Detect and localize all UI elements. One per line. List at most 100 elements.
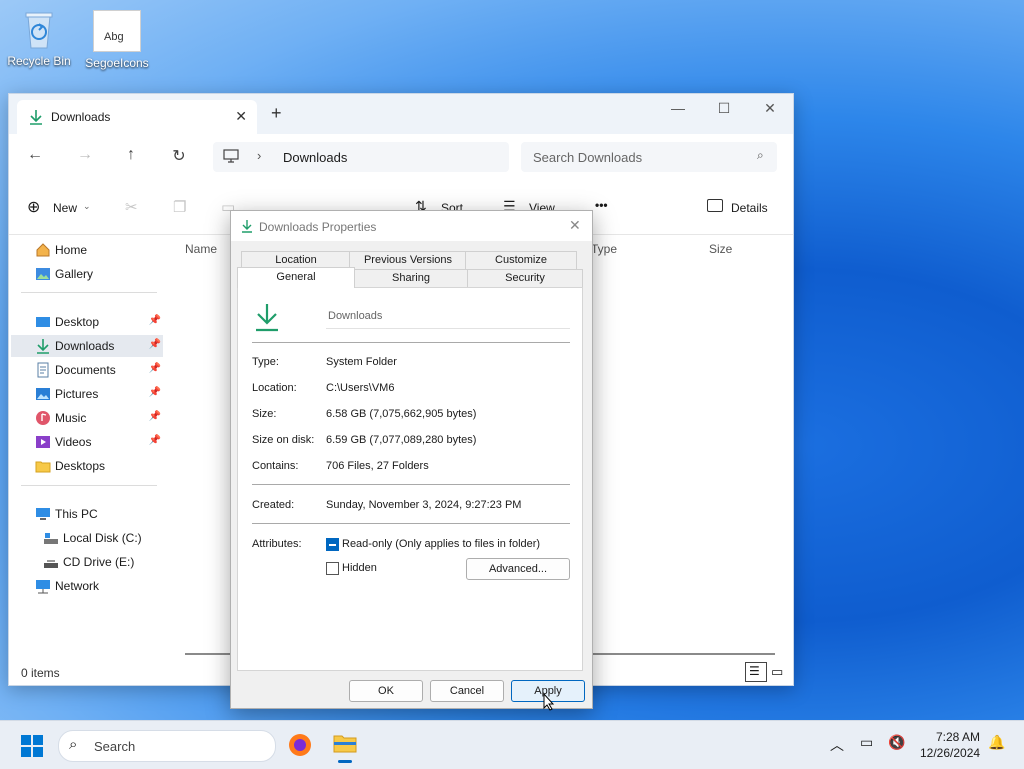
sidebar-item-gallery[interactable]: Gallery — [11, 263, 163, 285]
navigation-pane: Home Gallery Desktop 📌 Downloads 📌 Docum… — [9, 235, 169, 660]
sidebar-item-documents[interactable]: Documents 📌 — [11, 359, 163, 381]
pin-icon[interactable]: 📌 — [149, 387, 161, 398]
cancel-button[interactable]: Cancel — [430, 680, 504, 702]
details-pane-icon — [707, 199, 723, 212]
active-indicator — [338, 760, 352, 763]
documents-icon — [35, 362, 51, 378]
details-label: Details — [731, 201, 768, 215]
advanced-button[interactable]: Advanced... — [466, 558, 570, 580]
tab-close-icon[interactable]: ✕ — [235, 108, 247, 125]
mouse-cursor-icon — [543, 692, 555, 714]
download-icon — [241, 219, 253, 236]
computer-icon — [35, 506, 51, 522]
tab-customize[interactable]: Customize — [465, 251, 577, 269]
tiles-view-icon[interactable]: ▭ — [771, 664, 783, 680]
new-tab-button[interactable]: + — [271, 103, 282, 124]
tab-downloads[interactable]: Downloads ✕ — [17, 100, 257, 134]
cut-icon[interactable]: ✂ — [125, 198, 138, 216]
attributes-label: Attributes: — [252, 538, 302, 550]
desktop-icon-recycle-bin[interactable]: Recycle Bin — [4, 10, 74, 68]
checkbox-indeterminate-icon — [326, 538, 339, 551]
size-label: Size: — [252, 408, 277, 420]
more-options-icon[interactable]: ••• — [595, 198, 608, 212]
videos-icon — [35, 434, 51, 450]
size-on-disk-value: 6.59 GB (7,077,089,280 bytes) — [326, 434, 477, 446]
maximize-button[interactable]: ☐ — [711, 100, 737, 122]
readonly-label: Read-only (Only applies to files in fold… — [342, 538, 541, 550]
sidebar-item-local-disk[interactable]: Local Disk (C:) — [11, 527, 163, 549]
up-button[interactable]: ↑ — [119, 146, 143, 164]
refresh-button[interactable]: ↻ — [167, 146, 191, 166]
sidebar-item-label: Videos — [55, 435, 92, 449]
sidebar-item-cd-drive[interactable]: CD Drive (E:) — [11, 551, 163, 573]
folder-name-text: Downloads — [328, 310, 383, 322]
contains-value: 706 Files, 27 Folders — [326, 460, 429, 472]
tab-security[interactable]: Security — [467, 269, 583, 287]
sidebar-item-desktops[interactable]: Desktops — [11, 455, 163, 477]
volume-muted-icon[interactable]: 🔇 — [888, 734, 905, 751]
details-view-toggle[interactable]: ☰ — [745, 662, 767, 682]
search-placeholder: Search Downloads — [533, 150, 643, 165]
sidebar-item-label: Downloads — [55, 339, 115, 353]
chevron-up-icon[interactable]: ︿ — [830, 735, 844, 755]
search-box[interactable]: Search Downloads ⌕ — [521, 142, 777, 172]
tab-general[interactable]: General — [237, 267, 355, 288]
sidebar-item-pictures[interactable]: Pictures 📌 — [11, 383, 163, 405]
minimize-button[interactable]: — — [665, 100, 691, 122]
address-bar[interactable]: › Downloads — [213, 142, 509, 172]
back-button[interactable]: ← — [23, 146, 47, 164]
created-label: Created: — [252, 499, 295, 511]
taskbar-search[interactable]: ⌕ Search — [58, 730, 276, 762]
pin-icon[interactable]: 📌 — [149, 315, 161, 326]
sidebar-item-videos[interactable]: Videos 📌 — [11, 431, 163, 453]
clock-date[interactable]: 12/26/2024 — [920, 746, 980, 760]
created-value: Sunday, November 3, 2024, 9:27:23 PM — [326, 499, 522, 511]
sidebar-item-desktop[interactable]: Desktop 📌 — [11, 311, 163, 333]
dialog-title-bar: Downloads Properties ✕ — [231, 211, 592, 241]
divider — [21, 485, 157, 486]
column-header-type[interactable]: Type — [591, 242, 617, 256]
close-window-button[interactable]: ✕ — [757, 100, 783, 122]
size-value: 6.58 GB (7,075,662,905 bytes) — [326, 408, 477, 420]
contains-label: Contains: — [252, 460, 299, 472]
sidebar-item-this-pc[interactable]: This PC — [11, 503, 163, 525]
pin-icon[interactable]: 📌 — [149, 339, 161, 350]
column-header-name[interactable]: Name — [185, 242, 217, 256]
ok-button[interactable]: OK — [349, 680, 423, 702]
tab-sharing[interactable]: Sharing — [353, 269, 469, 287]
chevron-right-icon: › — [257, 148, 262, 163]
folder-name-field[interactable]: Downloads — [326, 306, 570, 329]
sidebar-item-home[interactable]: Home — [11, 239, 163, 261]
forward-button[interactable]: → — [73, 146, 97, 164]
type-label: Type: — [252, 356, 279, 368]
title-bar: Downloads ✕ + — ☐ ✕ — [9, 94, 793, 134]
download-folder-icon — [254, 302, 280, 335]
desktop-icon-segoeicons[interactable]: Abg SegoeIcons — [82, 10, 152, 70]
clock-time[interactable]: 7:28 AM — [936, 730, 980, 744]
tab-previous-versions[interactable]: Previous Versions — [349, 251, 467, 269]
sidebar-item-music[interactable]: Music 📌 — [11, 407, 163, 429]
dialog-close-icon[interactable]: ✕ — [569, 217, 581, 234]
desktop-folder-icon — [35, 314, 51, 330]
dialog-title: Downloads Properties — [259, 220, 377, 234]
sidebar-item-downloads[interactable]: Downloads 📌 — [11, 335, 163, 357]
network-status-icon[interactable]: ▭ — [860, 734, 873, 751]
sidebar-item-network[interactable]: Network — [11, 575, 163, 597]
file-explorer-taskbar-button[interactable] — [330, 727, 360, 763]
location-value: C:\Users\VM6 — [326, 382, 395, 394]
hidden-label: Hidden — [342, 562, 377, 574]
pin-icon[interactable]: 📌 — [149, 411, 161, 422]
notification-bell-icon[interactable]: 🔔 — [988, 734, 1005, 751]
pin-icon[interactable]: 📌 — [149, 435, 161, 446]
firefox-icon[interactable] — [288, 733, 312, 760]
column-header-size[interactable]: Size — [709, 242, 732, 256]
drive-icon — [43, 530, 59, 546]
pin-icon[interactable]: 📌 — [149, 363, 161, 374]
sidebar-item-label: Desktop — [55, 315, 100, 329]
copy-icon[interactable]: ❐ — [173, 198, 186, 216]
download-icon — [35, 338, 51, 354]
hidden-checkbox[interactable]: Hidden — [326, 562, 406, 576]
readonly-checkbox[interactable]: Read-only (Only applies to files in fold… — [326, 538, 566, 552]
start-button[interactable] — [20, 734, 44, 761]
location-label: Location: — [252, 382, 297, 394]
